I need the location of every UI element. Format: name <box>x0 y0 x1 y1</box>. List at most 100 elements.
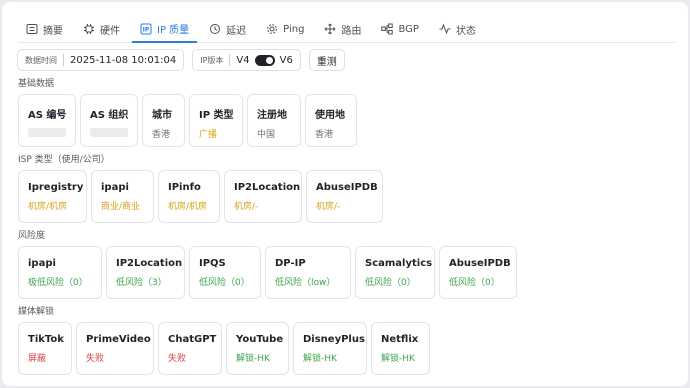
card-title: ipapi <box>28 258 56 269</box>
card-value: 失败 <box>168 354 187 364</box>
card-value: 广播 <box>199 130 218 140</box>
gear-icon <box>267 24 277 34</box>
clock-icon <box>210 24 221 34</box>
summary-icon <box>26 24 38 34</box>
card-disneyplus: DisneyPlus 解锁-HK <box>293 322 367 375</box>
card-title: DisneyPlus <box>303 334 365 345</box>
card-ipregistry: Ipregistry 机房/机房 <box>18 170 87 223</box>
card-value: 解锁-HK <box>381 354 415 364</box>
data-time-value: 2025-11-08 10:01:04 <box>70 54 177 66</box>
card-ipinfo: IPinfo 机房/机房 <box>158 170 220 223</box>
card-value: 解锁-HK <box>236 354 270 364</box>
card-title: DP-IP <box>275 258 306 269</box>
card-value: 失败 <box>86 354 105 364</box>
tab-label: 硬件 <box>100 25 120 37</box>
route-icon <box>325 23 336 35</box>
section-title-media: 媒体解锁 <box>18 307 55 317</box>
tab-label: 延迟 <box>226 25 247 37</box>
section-title-basic: 基础数据 <box>18 79 55 89</box>
tab-label: Ping <box>283 23 305 35</box>
card-ipapi: ipapi 商业/商业 <box>91 170 154 223</box>
card-title: ChatGPT <box>168 334 217 345</box>
card-value: 机房/机房 <box>168 202 208 212</box>
v6-label: V6 <box>279 54 293 66</box>
tab-route[interactable]: 路由 <box>316 16 369 42</box>
card-title: AS 编号 <box>28 110 67 121</box>
card-title: AS 组织 <box>90 110 129 121</box>
card-ip-type: IP 类型 广播 <box>189 94 243 147</box>
card-value: 屏蔽 <box>28 354 47 364</box>
card-title: Netflix <box>381 334 419 345</box>
svg-text:IP: IP <box>143 26 150 33</box>
tab-hardware[interactable]: 硬件 <box>75 16 128 42</box>
card-title: IP2Location <box>234 182 301 193</box>
card-usage-location: 使用地 香港 <box>305 94 357 147</box>
card-value: 商业/商业 <box>101 202 141 212</box>
card-tiktok: TikTok 屏蔽 <box>18 322 72 375</box>
panel: 摘要 硬件 IP IP 质量 延迟 Ping 路由 BGP 状态 数据时间 20… <box>2 2 688 386</box>
network-icon <box>381 23 394 35</box>
card-value: 机房/- <box>316 202 341 212</box>
card-city: 城市 香港 <box>142 94 185 147</box>
tab-label: BGP <box>398 23 419 35</box>
card-risk-scamalytics: Scamalytics 低风险（0） <box>355 246 435 299</box>
card-title: IP2Location <box>116 258 183 269</box>
card-title: IPQS <box>199 258 226 269</box>
data-time-label: 数据时间 <box>25 55 57 65</box>
card-value: 极低风险（0） <box>28 278 88 288</box>
toolbar: 数据时间 2025-11-08 10:01:04 IP版本 V4 V6 重测 <box>17 49 353 71</box>
redacted-value <box>90 128 128 137</box>
card-as-number: AS 编号 <box>18 94 76 147</box>
card-netflix: Netflix 解锁-HK <box>371 322 430 375</box>
isp-cards: Ipregistry 机房/机房 ipapi 商业/商业 IPinfo 机房/机… <box>18 170 387 223</box>
tab-label: 路由 <box>341 25 362 37</box>
card-ip2location: IP2Location 机房/- <box>224 170 302 223</box>
card-title: AbuseIPDB <box>449 258 511 269</box>
card-title: IP 类型 <box>199 110 234 121</box>
card-title: Ipregistry <box>28 182 84 193</box>
basic-cards: AS 编号 AS 组织 城市 香港 IP 类型 广播 注册地 中国 使用地 香港 <box>18 94 361 147</box>
card-title: IPinfo <box>168 182 201 193</box>
tab-bgp[interactable]: BGP <box>373 16 426 42</box>
card-title: Scamalytics <box>365 258 433 269</box>
card-value: 低风险（0） <box>199 278 250 288</box>
card-title: YouTube <box>236 334 284 345</box>
tab-summary[interactable]: 摘要 <box>18 16 71 42</box>
card-risk-ipqs: IPQS 低风险（0） <box>189 246 261 299</box>
card-title: 使用地 <box>315 110 345 121</box>
card-value: 低风险（low） <box>275 278 336 288</box>
divider <box>229 54 231 66</box>
card-title: PrimeVideo <box>86 334 151 345</box>
ip-version-toggle[interactable] <box>254 54 275 66</box>
retest-button[interactable]: 重测 <box>308 49 345 71</box>
tab-latency[interactable]: 延迟 <box>201 16 254 42</box>
card-value: 解锁-HK <box>303 354 337 364</box>
card-register-location: 注册地 中国 <box>247 94 301 147</box>
tab-label: 状态 <box>455 25 476 37</box>
card-title: ipapi <box>101 182 129 193</box>
card-value: 中国 <box>257 130 276 140</box>
card-abuseipdb: AbuseIPDB 机房/- <box>306 170 383 223</box>
card-as-org: AS 组织 <box>80 94 138 147</box>
card-title: TikTok <box>28 334 64 345</box>
ip-version-switch: IP版本 V4 V6 <box>192 49 301 71</box>
card-value: 香港 <box>315 130 334 140</box>
tab-label: IP 质量 <box>157 25 190 36</box>
tab-ip-quality[interactable]: IP IP 质量 <box>132 16 198 43</box>
section-title-isp: ISP 类型（使用/公司） <box>18 155 110 165</box>
card-risk-dp-ip: DP-IP 低风险（low） <box>265 246 351 299</box>
card-risk-ipapi: ipapi 极低风险（0） <box>18 246 102 299</box>
card-risk-ip2location: IP2Location 低风险（3） <box>106 246 185 299</box>
redacted-value <box>28 128 66 137</box>
card-chatgpt: ChatGPT 失败 <box>158 322 222 375</box>
tab-bar: 摘要 硬件 IP IP 质量 延迟 Ping 路由 BGP 状态 <box>18 16 676 43</box>
activity-icon <box>439 23 451 35</box>
tab-ping[interactable]: Ping <box>258 16 312 42</box>
card-value: 低风险（0） <box>449 278 500 288</box>
retest-label: 重测 <box>316 56 337 68</box>
card-value: 低风险（3） <box>116 278 167 288</box>
tab-label: 摘要 <box>43 25 63 37</box>
card-title: AbuseIPDB <box>316 182 378 193</box>
tab-status[interactable]: 状态 <box>431 16 484 42</box>
card-value: 香港 <box>152 130 171 140</box>
